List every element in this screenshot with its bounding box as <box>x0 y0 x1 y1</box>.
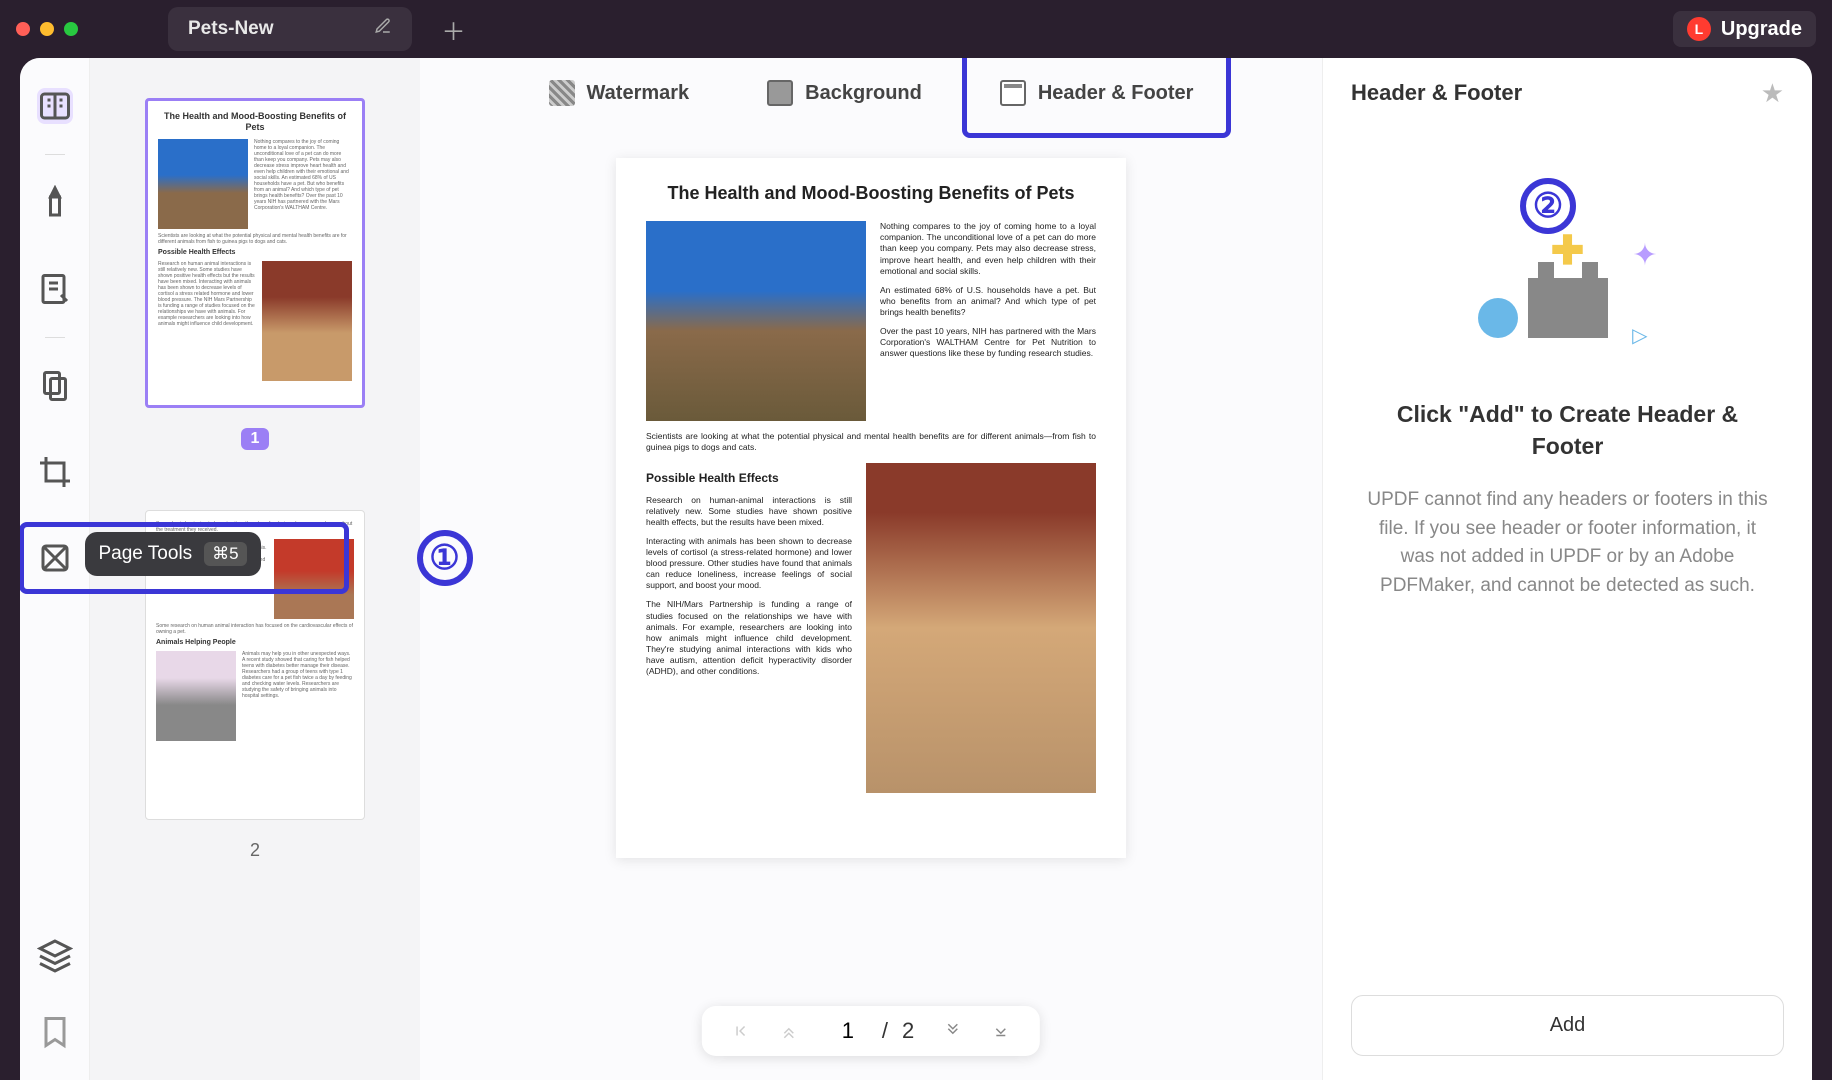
thumb-title: The Health and Mood-Boosting Benefits of… <box>158 111 352 133</box>
page-tools-icon[interactable]: Page Tools ⌘5 ① <box>37 540 73 576</box>
bookmark-icon[interactable] <box>37 1014 73 1050</box>
panel-title: Header & Footer <box>1351 80 1522 106</box>
tab-title: Pets-New <box>188 18 274 40</box>
doc-text-block: Nothing compares to the joy of coming ho… <box>880 221 1096 421</box>
upgrade-button[interactable]: L Upgrade <box>1673 11 1816 47</box>
edit-tab-icon[interactable] <box>374 17 392 41</box>
maximize-window-button[interactable] <box>64 22 78 36</box>
page-separator: / <box>882 1018 888 1044</box>
tooltip-shortcut: ⌘5 <box>204 542 246 566</box>
titlebar: Pets-New ＋ L Upgrade <box>0 0 1832 58</box>
next-page-button[interactable] <box>944 1022 962 1040</box>
minimize-window-button[interactable] <box>40 22 54 36</box>
panel-body: ✚ ✦ ▷ Click "Add" to Create Header & Foo… <box>1323 128 1812 995</box>
doc-image-cat <box>646 221 866 421</box>
background-button[interactable]: Background <box>753 72 936 114</box>
header-footer-label: Header & Footer <box>1038 82 1194 105</box>
main-area: Watermark Background Header & Footer ② T… <box>420 58 1322 1080</box>
background-icon <box>767 80 793 106</box>
doc-span-text: Scientists are looking at what the poten… <box>646 431 1096 453</box>
page-number-display: / 2 <box>828 1018 914 1044</box>
prev-page-button[interactable] <box>780 1022 798 1040</box>
callout-one: ① <box>417 530 473 586</box>
watermark-icon <box>549 80 575 106</box>
empty-state-illustration: ✚ ✦ ▷ <box>1478 228 1658 358</box>
doc-subtitle: Possible Health Effects <box>646 471 852 487</box>
doc-text-block: Possible Health Effects Research on huma… <box>646 463 852 793</box>
divider <box>45 337 65 338</box>
current-page-input[interactable] <box>828 1018 868 1044</box>
callout-two: ② <box>1520 178 1576 234</box>
thumbnail-number-1: 1 <box>241 428 270 450</box>
divider <box>45 154 65 155</box>
document-page: The Health and Mood-Boosting Benefits of… <box>616 158 1126 858</box>
add-button[interactable]: Add <box>1351 995 1784 1056</box>
background-label: Background <box>805 82 922 105</box>
last-page-button[interactable] <box>992 1022 1010 1040</box>
panel-header: Header & Footer ★ <box>1323 58 1812 128</box>
window-controls <box>16 22 78 36</box>
total-pages: 2 <box>902 1018 914 1044</box>
tooltip-label: Page Tools <box>99 543 193 565</box>
header-footer-icon <box>1000 80 1026 106</box>
page-navigator: / 2 <box>702 1006 1040 1056</box>
app-window: Page Tools ⌘5 ① The Health and Mood-Boos… <box>20 58 1812 1080</box>
page-view[interactable]: The Health and Mood-Boosting Benefits of… <box>420 128 1322 1080</box>
new-tab-button[interactable]: ＋ <box>442 12 466 47</box>
layers-icon[interactable] <box>37 938 73 974</box>
watermark-button[interactable]: Watermark <box>535 72 704 114</box>
header-footer-button[interactable]: Header & Footer <box>986 72 1208 114</box>
document-tab[interactable]: Pets-New <box>168 7 412 51</box>
user-badge: L <box>1687 17 1711 41</box>
first-page-button[interactable] <box>732 1022 750 1040</box>
reader-mode-icon[interactable] <box>37 88 73 124</box>
comment-tool-icon[interactable] <box>37 185 73 221</box>
edit-pdf-icon[interactable] <box>37 271 73 307</box>
thumbnail-page-1[interactable]: The Health and Mood-Boosting Benefits of… <box>145 98 365 408</box>
watermark-label: Watermark <box>587 82 690 105</box>
doc-title: The Health and Mood-Boosting Benefits of… <box>646 182 1096 205</box>
thumbnail-number-2: 2 <box>250 840 260 861</box>
panel-description: UPDF cannot find any headers or footers … <box>1363 486 1772 600</box>
close-window-button[interactable] <box>16 22 30 36</box>
panel-heading: Click "Add" to Create Header & Footer <box>1363 398 1772 462</box>
crop-tool-icon[interactable] <box>37 454 73 490</box>
page-tools-tooltip: Page Tools ⌘5 <box>85 532 261 576</box>
upgrade-label: Upgrade <box>1721 18 1802 41</box>
page-tools-toolbar: Watermark Background Header & Footer <box>420 58 1322 128</box>
doc-image-dog <box>866 463 1096 793</box>
left-toolbar: Page Tools ⌘5 ① <box>20 58 90 1080</box>
favorite-icon[interactable]: ★ <box>1761 78 1784 109</box>
organize-pages-icon[interactable] <box>37 368 73 404</box>
